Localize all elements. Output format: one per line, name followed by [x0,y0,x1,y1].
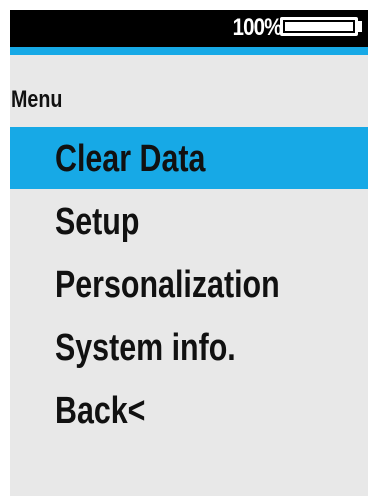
device-screen: 100% Menu Clear Data Setup Personalizati… [10,10,368,496]
battery-tip [357,21,362,32]
menu-item-label: System info. [55,327,236,369]
menu-item-personalization[interactable]: Personalization [10,253,368,315]
menu-item-label: Personalization [55,264,280,306]
menu-item-label: Clear Data [55,138,206,180]
battery-fill [285,22,353,31]
menu-item-back[interactable]: Back< [10,379,368,441]
battery-icon [280,17,358,36]
menu-heading: Menu [11,86,63,113]
menu-item-clear-data[interactable]: Clear Data [10,127,368,189]
menu-item-setup[interactable]: Setup [10,190,368,252]
status-bar: 100% [10,10,368,47]
menu-item-label: Back< [55,390,146,432]
menu-list: Clear Data Setup Personalization System … [10,127,368,442]
menu-item-system-info[interactable]: System info. [10,316,368,378]
battery-percent: 100% [232,14,282,41]
menu-item-label: Setup [55,201,140,243]
status-accent-line [10,47,368,55]
